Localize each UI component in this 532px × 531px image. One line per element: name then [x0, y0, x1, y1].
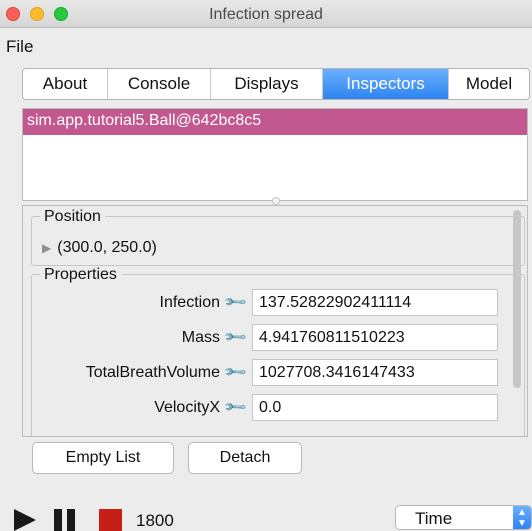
play-icon[interactable]: [14, 509, 36, 531]
inspector-list-item-selected[interactable]: sim.app.tutorial5.Ball@642bc8c5: [23, 109, 527, 135]
empty-list-button[interactable]: Empty List: [32, 442, 174, 474]
position-value: (300.0, 250.0): [57, 239, 157, 256]
time-select[interactable]: Time ▲ ▼: [395, 505, 532, 530]
property-row-totalbreathvolume: TotalBreathVolume 🔧 1027708.3416147433: [32, 359, 512, 387]
totalbreathvolume-field[interactable]: 1027708.3416147433: [252, 359, 498, 386]
properties-group-title: Properties: [40, 266, 121, 284]
wrench-icon[interactable]: 🔧: [222, 359, 248, 385]
menu-bar: File: [0, 28, 532, 62]
vertical-scrollbar[interactable]: [513, 210, 521, 388]
properties-group: Properties Infection 🔧 137.5282290241111…: [31, 266, 525, 436]
property-row-mass: Mass 🔧 4.941760811510223: [32, 324, 512, 352]
wrench-icon[interactable]: 🔧: [222, 394, 248, 420]
tab-console[interactable]: Console: [108, 69, 211, 99]
position-group: Position ▶ (300.0, 250.0): [31, 208, 525, 266]
property-label: Infection: [159, 294, 220, 311]
pause-icon[interactable]: [54, 509, 76, 531]
time-select-value: Time: [415, 509, 453, 528]
title-bar: Infection spread: [0, 0, 532, 28]
stop-icon[interactable]: [99, 509, 122, 531]
property-label: VelocityX: [154, 399, 220, 416]
select-arrows-icon[interactable]: ▲ ▼: [513, 506, 531, 529]
step-counter: 1800: [136, 511, 174, 530]
velocityx-field[interactable]: 0.0: [252, 394, 498, 421]
simulation-controls: 1800 Time ▲ ▼: [0, 500, 532, 531]
infection-field[interactable]: 137.52822902411114: [252, 289, 498, 316]
mass-field[interactable]: 4.941760811510223: [252, 324, 498, 351]
property-label: Mass: [181, 329, 220, 346]
tab-displays[interactable]: Displays: [211, 69, 323, 99]
property-row-velocityx: VelocityX 🔧 0.0: [32, 394, 512, 422]
split-pane-handle[interactable]: [272, 197, 280, 205]
window-title: Infection spread: [209, 6, 323, 23]
tab-inspectors[interactable]: Inspectors: [323, 69, 449, 99]
tab-bar: About Console Displays Inspectors Model: [22, 68, 530, 100]
tab-about[interactable]: About: [23, 69, 108, 99]
inspector-list[interactable]: sim.app.tutorial5.Ball@642bc8c5: [22, 108, 528, 201]
tab-model[interactable]: Model: [449, 69, 529, 99]
expand-triangle-icon[interactable]: ▶: [42, 241, 51, 255]
wrench-icon[interactable]: 🔧: [222, 324, 248, 350]
inspector-panel: Position ▶ (300.0, 250.0) Properties Inf…: [22, 205, 528, 437]
position-row[interactable]: ▶ (300.0, 250.0): [42, 239, 157, 257]
menu-file[interactable]: File: [6, 37, 33, 57]
property-label: TotalBreathVolume: [85, 364, 220, 381]
property-row-infection: Infection 🔧 137.52822902411114: [32, 289, 512, 317]
detach-button[interactable]: Detach: [188, 442, 302, 474]
wrench-icon[interactable]: 🔧: [222, 289, 248, 315]
position-group-title: Position: [40, 208, 105, 226]
